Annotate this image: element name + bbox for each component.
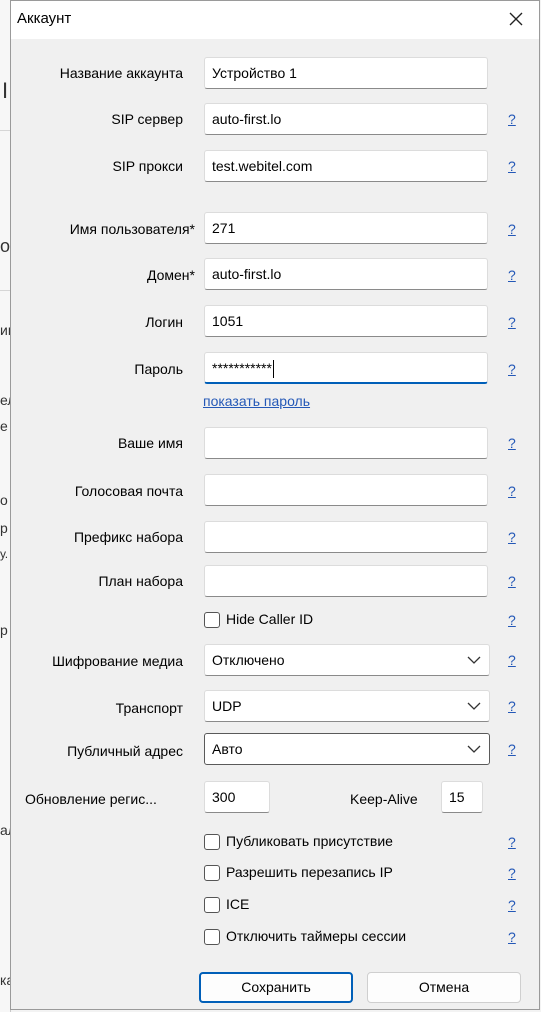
password-input[interactable]: *********** bbox=[204, 352, 488, 384]
help-link-sip-proxy[interactable]: ? bbox=[508, 158, 516, 174]
help-link-media-encryption[interactable]: ? bbox=[508, 652, 516, 668]
checkbox-box[interactable] bbox=[204, 929, 220, 945]
publish-presence-label: Публиковать присутствие bbox=[226, 833, 393, 849]
transport-value: UDP bbox=[212, 698, 242, 714]
help-link-domain[interactable]: ? bbox=[508, 267, 516, 283]
login-label: Логин bbox=[145, 314, 183, 330]
help-link-dial-prefix[interactable]: ? bbox=[508, 529, 516, 545]
help-link-dial-plan[interactable]: ? bbox=[508, 573, 516, 589]
close-icon bbox=[509, 12, 523, 26]
help-link-voicemail[interactable]: ? bbox=[508, 483, 516, 499]
account-dialog: Аккаунт Название аккаунта Устройство 1 S… bbox=[10, 0, 540, 1010]
checkbox-box[interactable] bbox=[204, 612, 220, 628]
help-link-publish-presence[interactable]: ? bbox=[508, 834, 516, 850]
transport-label: Транспорт bbox=[115, 700, 183, 716]
background-text: I bbox=[2, 78, 9, 103]
chevron-down-icon bbox=[467, 745, 481, 753]
voicemail-label: Голосовая почта bbox=[74, 483, 183, 499]
show-password-link[interactable]: показать пароль bbox=[203, 393, 310, 409]
required-mark: * bbox=[189, 221, 195, 237]
public-address-label: Публичный адрес bbox=[67, 743, 183, 759]
account-name-input[interactable]: Устройство 1 bbox=[204, 57, 488, 89]
help-link-password[interactable]: ? bbox=[508, 361, 516, 377]
chevron-down-icon bbox=[467, 656, 481, 664]
media-encryption-select[interactable]: Отключено bbox=[204, 644, 490, 676]
dialog-title: Аккаунт bbox=[17, 10, 72, 27]
help-link-login[interactable]: ? bbox=[508, 314, 516, 330]
public-address-value: Авто bbox=[212, 741, 243, 757]
hide-caller-id-label: Hide Caller ID bbox=[226, 611, 314, 627]
background-text: р bbox=[0, 520, 8, 536]
required-mark: * bbox=[189, 267, 195, 283]
keep-alive-input[interactable]: 15 bbox=[441, 781, 483, 813]
help-link-username[interactable]: ? bbox=[508, 221, 516, 237]
checkbox-box[interactable] bbox=[204, 865, 220, 881]
text-caret bbox=[272, 360, 274, 379]
background-divider bbox=[0, 290, 10, 291]
cancel-button[interactable]: Отмена bbox=[367, 972, 521, 1003]
chevron-down-icon bbox=[467, 702, 481, 710]
domain-input[interactable]: auto-first.lo bbox=[204, 258, 488, 290]
allow-ip-rewrite-label: Разрешить перезапись IP bbox=[226, 864, 393, 880]
disable-session-timers-label: Отключить таймеры сессии bbox=[226, 928, 407, 944]
login-input[interactable]: 1051 bbox=[204, 305, 488, 337]
media-encryption-value: Отключено bbox=[212, 652, 285, 668]
username-label: Имя пользователя* bbox=[69, 221, 195, 237]
dial-plan-label: План набора bbox=[98, 573, 183, 589]
help-link-allow-ip-rewrite[interactable]: ? bbox=[508, 865, 516, 881]
username-input[interactable]: 271 bbox=[204, 212, 488, 244]
dial-prefix-input[interactable] bbox=[204, 521, 488, 553]
voicemail-input[interactable] bbox=[204, 474, 488, 506]
help-link-public-address[interactable]: ? bbox=[508, 741, 516, 757]
help-link-display-name[interactable]: ? bbox=[508, 435, 516, 451]
help-link-hide-caller-id[interactable]: ? bbox=[508, 612, 516, 628]
title-bar: Аккаунт bbox=[11, 1, 539, 39]
account-name-label: Название аккаунта bbox=[59, 65, 183, 81]
display-name-label: Ваше имя bbox=[117, 435, 183, 451]
sip-proxy-input[interactable]: test.webitel.com bbox=[204, 150, 488, 182]
display-name-input[interactable] bbox=[204, 427, 488, 459]
help-link-ice[interactable]: ? bbox=[508, 897, 516, 913]
sip-server-label: SIP сервер bbox=[111, 111, 183, 127]
background-text: е bbox=[0, 418, 8, 434]
close-button[interactable] bbox=[499, 3, 533, 35]
registration-refresh-label: Обновление регис... bbox=[25, 791, 157, 807]
password-label: Пароль bbox=[134, 361, 183, 377]
help-link-disable-session-timers[interactable]: ? bbox=[508, 929, 516, 945]
background-text: у. bbox=[0, 547, 9, 561]
checkbox-box[interactable] bbox=[204, 834, 220, 850]
dial-prefix-label: Префикс набора bbox=[73, 529, 183, 545]
media-encryption-label: Шифрование медиа bbox=[52, 653, 183, 669]
background-text: о bbox=[0, 492, 8, 508]
dial-plan-input[interactable] bbox=[204, 565, 488, 597]
sip-proxy-label: SIP прокси bbox=[112, 158, 183, 174]
public-address-select[interactable]: Авто bbox=[204, 733, 490, 765]
background-text: о bbox=[0, 236, 11, 256]
background-text: р bbox=[0, 622, 8, 638]
transport-select[interactable]: UDP bbox=[204, 690, 490, 722]
registration-refresh-input[interactable]: 300 bbox=[204, 781, 270, 813]
ice-label: ICE bbox=[226, 896, 250, 912]
help-link-sip-server[interactable]: ? bbox=[508, 111, 516, 127]
sip-server-input[interactable]: auto-first.lo bbox=[204, 103, 488, 135]
background-divider bbox=[0, 130, 10, 131]
keep-alive-label: Keep-Alive bbox=[350, 791, 418, 807]
help-link-transport[interactable]: ? bbox=[508, 698, 516, 714]
save-button[interactable]: Сохранить bbox=[199, 972, 353, 1003]
domain-label: Домен* bbox=[146, 267, 195, 283]
checkbox-box[interactable] bbox=[204, 897, 220, 913]
